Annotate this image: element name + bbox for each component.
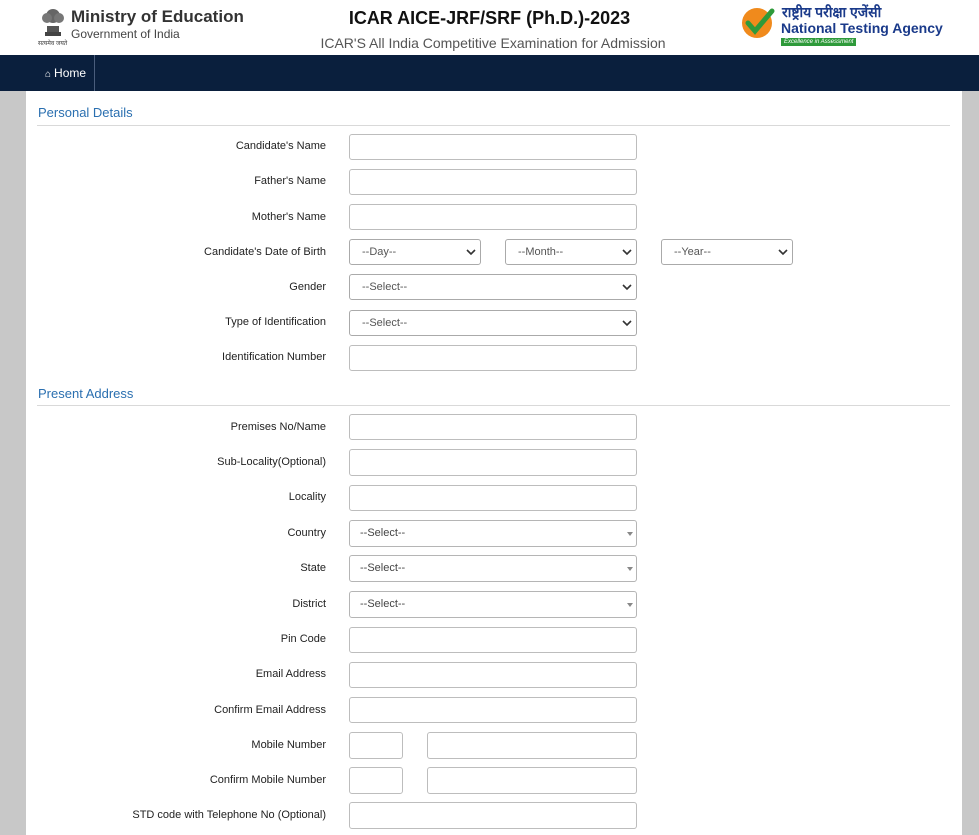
mother-name-label: Mother's Name [251, 211, 326, 223]
caret-down-icon [627, 603, 633, 607]
state-select[interactable]: --Select-- [349, 555, 637, 582]
agency-tagline: Excellence in Assessment [781, 38, 857, 46]
district-label: District [292, 598, 326, 610]
dob-year-select[interactable]: --Year-- [661, 239, 793, 265]
agency-name: National Testing Agency [781, 20, 943, 36]
confirm-mobile-country-code-input[interactable] [349, 767, 403, 794]
gender-label: Gender [289, 281, 326, 293]
id-type-label: Type of Identification [225, 316, 326, 328]
nta-check-logo-icon [742, 8, 775, 38]
nav-home-label: Home [54, 66, 87, 80]
country-select[interactable]: --Select-- [349, 520, 637, 547]
state-value: --Select-- [360, 562, 406, 574]
locality-label: Locality [288, 491, 326, 503]
mobile-number-input[interactable] [427, 732, 637, 759]
father-name-input[interactable] [349, 169, 637, 195]
section-divider [37, 405, 950, 406]
sub-locality-input[interactable] [349, 449, 637, 476]
premises-input[interactable] [349, 414, 637, 440]
telephone-input[interactable] [349, 802, 637, 829]
chevron-down-icon [622, 320, 632, 327]
chevron-down-icon [778, 249, 788, 256]
personal-details-heading: Personal Details [38, 105, 133, 120]
email-input[interactable] [349, 662, 637, 688]
dob-month-value: --Month-- [518, 246, 564, 258]
caret-down-icon [627, 567, 633, 571]
dob-year-value: --Year-- [674, 246, 711, 258]
gender-value: --Select-- [362, 281, 408, 293]
country-value: --Select-- [360, 527, 406, 539]
father-name-label: Father's Name [254, 175, 326, 187]
caret-down-icon [627, 532, 633, 536]
mother-name-input[interactable] [349, 204, 637, 230]
locality-input[interactable] [349, 485, 637, 511]
dob-month-select[interactable]: --Month-- [505, 239, 637, 265]
confirm-mobile-label: Confirm Mobile Number [209, 774, 326, 786]
section-divider [37, 125, 950, 126]
premises-label: Premises No/Name [230, 421, 326, 433]
pin-code-label: Pin Code [280, 633, 326, 645]
country-label: Country [287, 527, 326, 539]
top-navbar: ⌂ Home [0, 55, 979, 91]
confirm-email-input[interactable] [349, 697, 637, 723]
confirm-email-label: Confirm Email Address [214, 704, 326, 716]
candidate-name-input[interactable] [349, 134, 637, 160]
id-type-select[interactable]: --Select-- [349, 310, 637, 336]
pin-code-input[interactable] [349, 627, 637, 653]
district-select[interactable]: --Select-- [349, 591, 637, 618]
candidate-name-label: Candidate's Name [235, 140, 326, 152]
dob-day-value: --Day-- [362, 246, 397, 258]
dob-label: Candidate's Date of Birth [204, 246, 326, 258]
id-number-input[interactable] [349, 345, 637, 371]
dob-day-select[interactable]: --Day-- [349, 239, 481, 265]
home-icon: ⌂ [45, 69, 52, 80]
state-label: State [300, 562, 326, 574]
registration-form: Personal Details Candidate's Name Father… [26, 91, 962, 835]
district-value: --Select-- [360, 598, 406, 610]
email-label: Email Address [255, 668, 326, 680]
id-type-value: --Select-- [362, 317, 408, 329]
site-header: सत्यमेव जयते Ministry of Education Gover… [0, 0, 979, 55]
nav-home-link[interactable]: ⌂ Home [37, 55, 96, 91]
confirm-mobile-number-input[interactable] [427, 767, 637, 794]
present-address-heading: Present Address [38, 386, 134, 401]
telephone-label: STD code with Telephone No (Optional) [132, 809, 326, 821]
chevron-down-icon [622, 249, 632, 256]
id-number-label: Identification Number [222, 351, 326, 363]
mobile-label: Mobile Number [251, 739, 326, 751]
mobile-country-code-input[interactable] [349, 732, 403, 759]
chevron-down-icon [466, 249, 476, 256]
gender-select[interactable]: --Select-- [349, 274, 637, 300]
sub-locality-label: Sub-Locality(Optional) [217, 456, 326, 468]
chevron-down-icon [622, 284, 632, 291]
